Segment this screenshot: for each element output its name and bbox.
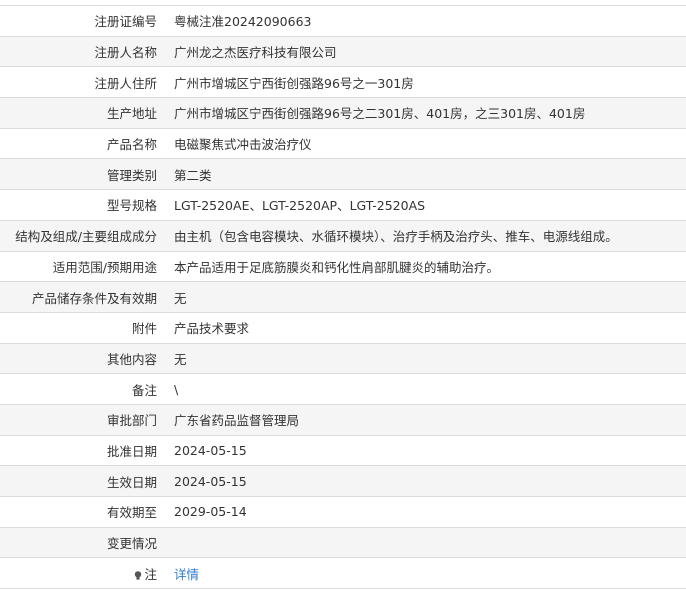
detail-row-model-spec: 型号规格 LGT-2520AE、LGT-2520AP、LGT-2520AS xyxy=(0,189,686,221)
row-label: 附件 xyxy=(0,311,165,344)
detail-row-other-content: 其他内容 无 xyxy=(0,342,686,375)
detail-row-intended-use: 适用范围/预期用途 本产品适用于足底筋膜炎和钙化性肩部肌腱炎的辅助治疗。 xyxy=(0,250,686,283)
row-value: 广州龙之杰医疗科技有限公司 xyxy=(165,35,686,68)
detail-row-expiry-date: 有效期至 2029-05-14 xyxy=(0,496,686,528)
row-label: 型号规格 xyxy=(0,189,165,221)
detail-row-registrant-address: 注册人住所 广州市增城区宁西街创强路96号之一301房 xyxy=(0,66,686,99)
row-label: 产品名称 xyxy=(0,127,165,160)
detail-row-effective-date: 生效日期 2024-05-15 xyxy=(0,465,686,497)
lightbulb-icon xyxy=(134,568,142,580)
row-value: 粤械注准20242090663 xyxy=(165,5,686,37)
registration-detail-page: 注册证编号 粤械注准20242090663 注册人名称 广州龙之杰医疗科技有限公… xyxy=(0,0,686,603)
row-label: 其他内容 xyxy=(0,342,165,375)
row-value: 2024-05-15 xyxy=(165,434,686,467)
note-value-cell: 详情 xyxy=(165,557,686,590)
row-label: 生效日期 xyxy=(0,465,165,497)
detail-row-production-address: 生产地址 广州市增城区宁西街创强路96号之二301房、401房，之三301房、4… xyxy=(0,97,686,129)
row-value: 广州市增城区宁西街创强路96号之二301房、401房，之三301房、401房 xyxy=(165,97,686,129)
row-label: 变更情况 xyxy=(0,526,165,559)
row-value: 2029-05-14 xyxy=(165,496,686,528)
row-label: 备注 xyxy=(0,373,165,405)
detail-row-product-name: 产品名称 电磁聚焦式冲击波治疗仪 xyxy=(0,127,686,160)
detail-row-structure-composition: 结构及组成/主要组成成分 由主机（包含电容模块、水循环模块）、治疗手柄及治疗头、… xyxy=(0,219,686,252)
row-label: 产品储存条件及有效期 xyxy=(0,281,165,313)
detail-row-approval-department: 审批部门 广东省药品监督管理局 xyxy=(0,403,686,436)
row-value: 产品技术要求 xyxy=(165,311,686,344)
row-label: 管理类别 xyxy=(0,158,165,191)
row-value: 广州市增城区宁西街创强路96号之一301房 xyxy=(165,66,686,99)
row-value: LGT-2520AE、LGT-2520AP、LGT-2520AS xyxy=(165,189,686,221)
row-value: 本产品适用于足底筋膜炎和钙化性肩部肌腱炎的辅助治疗。 xyxy=(165,250,686,283)
row-label: 注册人住所 xyxy=(0,66,165,99)
registration-detail-table: 注册证编号 粤械注准20242090663 注册人名称 广州龙之杰医疗科技有限公… xyxy=(0,5,686,590)
row-label: 注册人名称 xyxy=(0,35,165,68)
detail-row-storage-validity: 产品储存条件及有效期 无 xyxy=(0,281,686,313)
row-value: 电磁聚焦式冲击波治疗仪 xyxy=(165,127,686,160)
detail-row-registrant-name: 注册人名称 广州龙之杰医疗科技有限公司 xyxy=(0,35,686,68)
detail-row-change-history: 变更情况 xyxy=(0,526,686,559)
detail-table-body: 注册证编号 粤械注准20242090663 注册人名称 广州龙之杰医疗科技有限公… xyxy=(0,5,686,590)
details-link[interactable]: 详情 xyxy=(174,567,199,582)
row-label: 生产地址 xyxy=(0,97,165,129)
row-value xyxy=(165,526,686,559)
detail-row-attachment: 附件 产品技术要求 xyxy=(0,311,686,344)
row-label: 审批部门 xyxy=(0,403,165,436)
row-label: 批准日期 xyxy=(0,434,165,467)
detail-row-remarks: 备注 \ xyxy=(0,373,686,405)
row-value: 无 xyxy=(165,342,686,375)
detail-row-note: 注 详情 xyxy=(0,557,686,590)
row-value: \ xyxy=(165,373,686,405)
row-label: 有效期至 xyxy=(0,496,165,528)
detail-row-registration-number: 注册证编号 粤械注准20242090663 xyxy=(0,5,686,37)
row-label: 适用范围/预期用途 xyxy=(0,250,165,283)
row-label: 结构及组成/主要组成成分 xyxy=(0,219,165,252)
row-value: 由主机（包含电容模块、水循环模块）、治疗手柄及治疗头、推车、电源线组成。 xyxy=(165,219,686,252)
row-label: 注册证编号 xyxy=(0,5,165,37)
row-value: 第二类 xyxy=(165,158,686,191)
detail-row-approval-date: 批准日期 2024-05-15 xyxy=(0,434,686,467)
note-label-cell: 注 xyxy=(0,557,165,590)
row-value: 无 xyxy=(165,281,686,313)
row-value: 广东省药品监督管理局 xyxy=(165,403,686,436)
detail-row-management-category: 管理类别 第二类 xyxy=(0,158,686,191)
row-value: 2024-05-15 xyxy=(165,465,686,497)
note-label: 注 xyxy=(144,566,157,582)
